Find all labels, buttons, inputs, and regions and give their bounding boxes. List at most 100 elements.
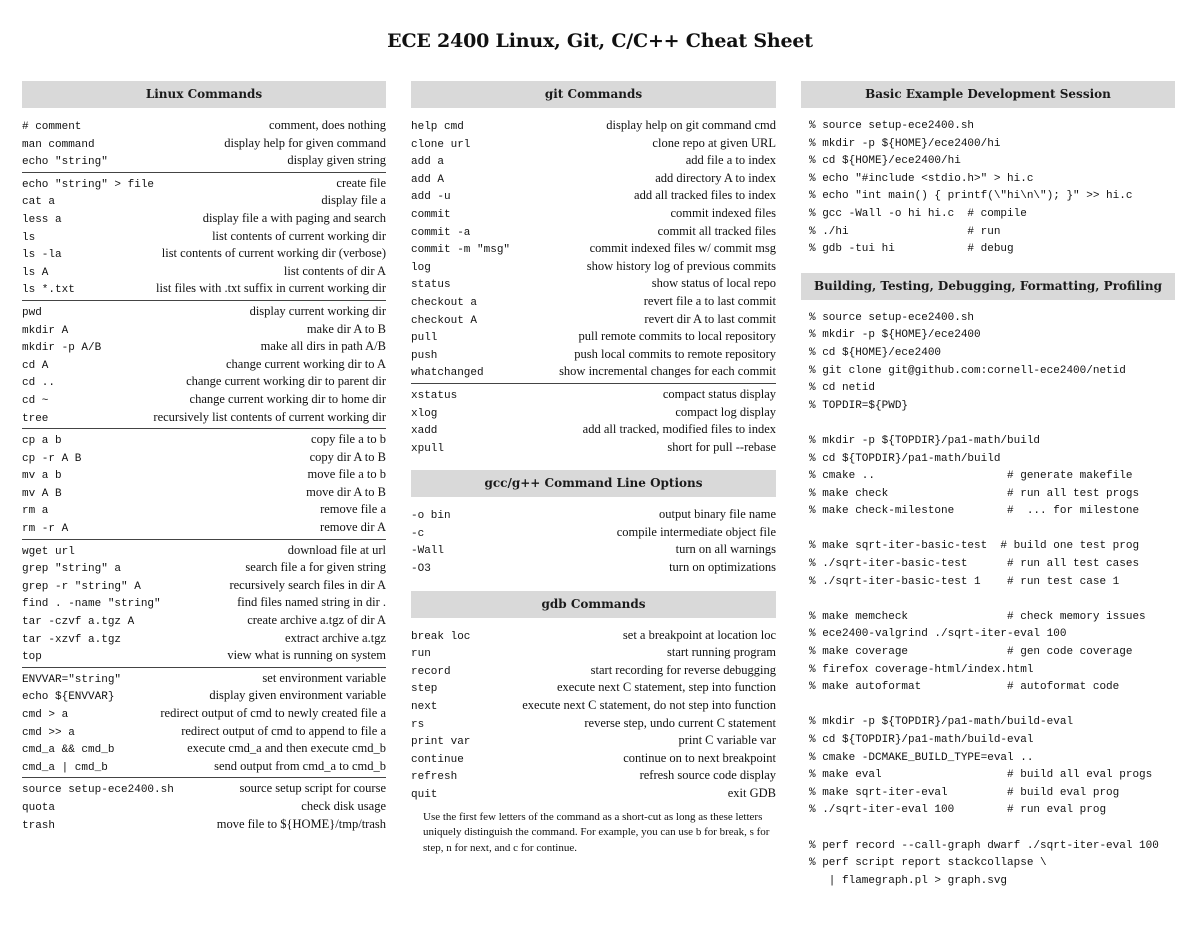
command-description: move file a to b <box>307 467 386 482</box>
command-text: refresh <box>411 771 458 784</box>
command-description: display current working dir <box>249 303 386 318</box>
git-command-row: xadd add all tracked, modified files to i… <box>411 421 776 439</box>
command-text: add -u <box>411 191 451 204</box>
command-text: commit <box>411 208 451 221</box>
command-text: record <box>411 665 451 678</box>
command-text: quota <box>22 801 56 814</box>
linux-command-row: wget url download file at url <box>22 542 386 560</box>
linux-command-row: cmd_a && cmd_b execute cmd_a and then exe… <box>22 740 386 758</box>
code-line: % ./sqrt-iter-basic-test 1 # run test ca… <box>809 575 1120 588</box>
command-description: find files named string in dir . <box>237 595 386 610</box>
command-text: ls -la <box>22 249 62 262</box>
git-command-row: clone url clone repo at given URL <box>411 135 776 153</box>
command-text: cat a <box>22 196 56 209</box>
code-line: % make check-milestone # ... for milesto… <box>809 505 1140 518</box>
command-description: add file a to index <box>685 153 776 168</box>
command-text: wget url <box>22 545 75 558</box>
command-description: display given string <box>287 153 386 168</box>
command-group: pwd display current working dir mkdir A mak… <box>22 299 386 426</box>
command-description: show history log of previous commits <box>586 258 776 273</box>
git-command-row: xlog compact log display <box>411 404 776 422</box>
command-description: move dir A to B <box>306 484 386 499</box>
linux-command-row: ls list contents of current working dir <box>22 228 386 246</box>
gdb-command-row: step execute next C statement, step into … <box>411 679 776 697</box>
command-description: commit indexed files <box>670 205 776 220</box>
command-description: send output from cmd_a to cmd_b <box>214 758 386 773</box>
linux-command-row: cat a display file a <box>22 192 386 210</box>
command-text: -Wall <box>411 545 445 558</box>
git-command-row: pull pull remote commits to local reposit… <box>411 328 776 346</box>
code-line: % source setup-ece2400.sh <box>809 120 975 132</box>
command-text: rm -r A <box>22 523 69 536</box>
git-command-row: add A add directory A to index <box>411 170 776 188</box>
linux-command-row: pwd display current working dir <box>22 303 386 321</box>
command-text: xpull <box>411 442 445 455</box>
command-text: cmd > a <box>22 709 69 721</box>
command-text: cd A <box>22 359 49 372</box>
building-session-code: % source setup-ece2400.sh % mkdir -p ${HO… <box>801 310 1175 891</box>
command-description: recursively list contents of current wor… <box>153 409 386 424</box>
git-command-row: commit commit indexed files <box>411 205 776 223</box>
linux-command-row: cmd >> a redirect output of cmd to append… <box>22 723 386 741</box>
gdb-command-row: record start recording for reverse debugg… <box>411 662 776 680</box>
git-command-row: log show history log of previous commits <box>411 258 776 276</box>
linux-command-row: ls A list contents of dir A <box>22 263 386 281</box>
command-text: rm a <box>22 505 49 518</box>
linux-command-row: # comment comment, does nothing <box>22 117 386 135</box>
command-text: source setup-ece2400.sh <box>22 784 174 797</box>
code-line: % cd ${HOME}/ece2400 <box>809 346 942 359</box>
command-text: xlog <box>411 407 438 420</box>
code-line: % ./hi # run <box>809 225 1001 238</box>
code-line: % source setup-ece2400.sh <box>809 311 975 324</box>
command-description: pull remote commits to local repository <box>578 329 776 344</box>
command-text: checkout A <box>411 314 478 327</box>
code-line: % git clone git@github.com:cornell-ece24… <box>809 364 1126 377</box>
code-line: % make memcheck # check memory issues <box>809 610 1146 623</box>
command-description: recursively search files in dir A <box>229 577 386 592</box>
command-description: clone repo at given URL <box>652 135 776 150</box>
gcc-option-row: -Wall turn on all warnings <box>411 541 776 559</box>
command-description: change current working dir to parent dir <box>186 374 386 389</box>
command-description: revert dir A to last commit <box>644 311 776 326</box>
linux-command-row: tar -xzvf a.tgz extract archive a.tgz <box>22 630 386 648</box>
command-text: log <box>411 261 431 274</box>
command-description: display help for given command <box>224 135 386 150</box>
command-text: run <box>411 648 431 661</box>
linux-command-row: echo ${ENVVAR} display given environment … <box>22 687 386 705</box>
git-command-row: xpull short for pull --rebase <box>411 439 776 457</box>
command-description: display file a <box>321 193 386 208</box>
command-description: redirect output of cmd to newly created … <box>160 706 386 720</box>
command-description: revert file a to last commit <box>643 293 776 308</box>
command-description: search file a for given string <box>245 560 386 575</box>
command-description: create archive a.tgz of dir A <box>247 613 386 628</box>
command-description: reverse step, undo current C statement <box>584 715 776 730</box>
command-text: -O3 <box>411 563 431 576</box>
command-description: redirect output of cmd to append to file… <box>181 723 386 738</box>
command-text: ENVVAR="string" <box>22 673 122 686</box>
command-text: commit -m "msg" <box>411 244 511 257</box>
command-description: add all tracked files to index <box>634 188 776 203</box>
gcc-option-row: -c compile intermediate object file <box>411 524 776 542</box>
basic-session-header: Basic Example Development Session <box>801 81 1175 108</box>
linux-command-row: mkdir A make dir A to B <box>22 321 386 339</box>
command-text: less a <box>22 213 62 226</box>
command-description: set a breakpoint at location loc <box>622 627 776 642</box>
command-description: compile intermediate object file <box>616 524 776 539</box>
command-group: cp a b copy file a to b cp -r A B copy dir … <box>22 428 386 537</box>
git-command-row: add a add file a to index <box>411 152 776 170</box>
command-text: man command <box>22 138 95 151</box>
command-text: echo ${ENVVAR} <box>22 691 115 704</box>
linux-command-row: echo "string" display given string <box>22 152 386 170</box>
code-line: % mkdir -p ${TOPDIR}/pa1-math/build-eval <box>809 716 1074 729</box>
command-text: xstatus <box>411 389 458 402</box>
code-line: % perf record --call-graph dwarf ./sqrt-… <box>809 839 1159 852</box>
command-text: cp a b <box>22 435 62 448</box>
code-line: % gcc -Wall -o hi hi.c # compile <box>809 207 1027 220</box>
command-description: display given environment variable <box>209 688 386 703</box>
linux-command-row: trash move file to ${HOME}/tmp/trash <box>22 816 386 834</box>
code-line: % ece2400-valgrind ./sqrt-iter-eval 100 <box>809 628 1067 641</box>
gcc-options-header: gcc/g++ Command Line Options <box>411 470 776 498</box>
code-line: % echo "int main() { printf(\"hi\n\"); }… <box>809 190 1133 203</box>
